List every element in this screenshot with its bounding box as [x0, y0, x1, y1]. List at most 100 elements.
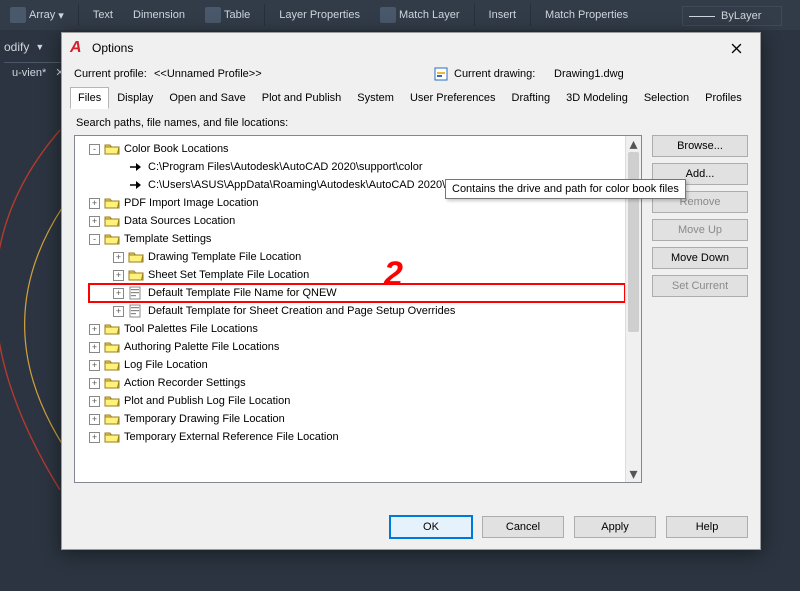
tree-item[interactable]: + Tool Palettes File Locations: [89, 320, 625, 338]
profile-value: <<Unnamed Profile>>: [154, 68, 434, 80]
folder-icon: [104, 142, 120, 156]
arrow-icon: [128, 160, 144, 174]
tree-item[interactable]: +Data Sources Location: [89, 212, 625, 230]
tree-item[interactable]: + Default Template for Sheet Creation and…: [89, 302, 625, 320]
tree-item[interactable]: + Authoring Palette File Locations: [89, 338, 625, 356]
folder-icon: [104, 412, 120, 426]
titlebar: A Options: [62, 33, 760, 63]
browse-button[interactable]: Browse...: [652, 135, 748, 157]
apply-button[interactable]: Apply: [574, 516, 656, 538]
expander-icon[interactable]: [113, 180, 124, 191]
setcurrent-button: Set Current: [652, 275, 748, 297]
sheet-icon: [128, 304, 144, 318]
dialog-title: Options: [92, 41, 133, 55]
tab-3d-modeling[interactable]: 3D Modeling: [558, 87, 636, 109]
expander-icon[interactable]: -: [89, 144, 100, 155]
ribbon-array[interactable]: Array ▾: [4, 5, 70, 25]
expander-icon[interactable]: +: [113, 252, 124, 263]
expander-icon[interactable]: +: [89, 342, 100, 353]
tree-item[interactable]: +Log File Location: [89, 356, 625, 374]
line-sample-icon: [689, 16, 715, 17]
movedown-button[interactable]: Move Down: [652, 247, 748, 269]
tab-plot-and-publish[interactable]: Plot and Publish: [254, 87, 350, 109]
tab-profiles[interactable]: Profiles: [697, 87, 750, 109]
folder-icon: [104, 340, 120, 354]
help-button[interactable]: Help: [666, 516, 748, 538]
tab-open-and-save[interactable]: Open and Save: [161, 87, 253, 109]
folder-icon: [104, 358, 120, 372]
ok-button[interactable]: OK: [390, 516, 472, 538]
expander-icon[interactable]: +: [89, 396, 100, 407]
ribbon-dimension[interactable]: Dimension: [127, 7, 191, 23]
expander-icon[interactable]: +: [89, 216, 100, 227]
expander-icon[interactable]: +: [89, 324, 100, 335]
tree-item[interactable]: + Default Template File Name for QNEW: [89, 284, 625, 302]
tree-item[interactable]: C:\Program Files\Autodesk\AutoCAD 2020\s…: [89, 158, 625, 176]
match-layer-icon: [380, 7, 396, 23]
tree-item[interactable]: -Template Settings: [89, 230, 625, 248]
close-button[interactable]: [718, 36, 754, 60]
expander-icon[interactable]: -: [89, 234, 100, 245]
ribbon-label: Layer Properties: [279, 9, 360, 21]
tree-item-label: C:\Program Files\Autodesk\AutoCAD 2020\s…: [148, 161, 423, 173]
tree-item-label: Action Recorder Settings: [124, 377, 246, 389]
ribbon-label: Match Layer: [399, 9, 460, 21]
folder-icon: [104, 232, 120, 246]
ribbon-label: Array: [29, 9, 55, 21]
drawing-label: Current drawing:: [454, 68, 554, 80]
folder-icon: [104, 322, 120, 336]
folder-icon: [104, 196, 120, 210]
tree-item[interactable]: + Action Recorder Settings: [89, 374, 625, 392]
tree-item[interactable]: -Color Book Locations: [89, 140, 625, 158]
ribbon-text[interactable]: Text: [87, 7, 119, 23]
tree-item-label: Default Template File Name for QNEW: [148, 287, 337, 299]
ribbon-table[interactable]: Table: [199, 5, 256, 25]
linetype-combo[interactable]: ByLayer: [682, 6, 782, 26]
expander-icon[interactable]: +: [113, 288, 124, 299]
arrow-icon: [128, 178, 144, 192]
expander-icon[interactable]: [113, 162, 124, 173]
ribbon-label: Match Properties: [545, 9, 628, 21]
scroll-up-icon[interactable]: ▴: [626, 136, 642, 152]
tree-item[interactable]: +Temporary Drawing File Location: [89, 410, 625, 428]
tooltip: Contains the drive and path for color bo…: [445, 179, 686, 199]
tab-strip: FilesDisplayOpen and SavePlot and Publis…: [62, 87, 760, 109]
expander-icon[interactable]: +: [89, 432, 100, 443]
tree-item-label: Default Template for Sheet Creation and …: [148, 305, 455, 317]
section-label: Search paths, file names, and file locat…: [74, 117, 748, 135]
tab-system[interactable]: System: [349, 87, 402, 109]
profile-row: Current profile: <<Unnamed Profile>> Cur…: [62, 63, 760, 87]
expander-icon[interactable]: +: [113, 306, 124, 317]
tree-item-label: Sheet Set Template File Location: [148, 269, 309, 281]
scroll-down-icon[interactable]: ▾: [626, 466, 642, 482]
dialog-footer: OK Cancel Apply Help: [62, 505, 760, 549]
tab-display[interactable]: Display: [109, 87, 161, 109]
tree-item-label: Tool Palettes File Locations: [124, 323, 258, 335]
tree-item-label: Drawing Template File Location: [148, 251, 301, 263]
cancel-button[interactable]: Cancel: [482, 516, 564, 538]
ribbon-matchlayer[interactable]: Match Layer: [374, 5, 466, 25]
annotation-2: 2: [384, 255, 403, 294]
expander-icon[interactable]: +: [113, 270, 124, 281]
tree-item[interactable]: + Drawing Template File Location: [89, 248, 625, 266]
tab-drafting[interactable]: Drafting: [504, 87, 559, 109]
expander-icon[interactable]: +: [89, 378, 100, 389]
app-background: Array ▾ Text Dimension Table Layer Prope…: [0, 0, 800, 591]
tree-item-label: Authoring Palette File Locations: [124, 341, 279, 353]
tab-files[interactable]: Files: [70, 87, 109, 109]
ribbon-matchprops[interactable]: Match Properties: [539, 7, 634, 23]
expander-icon[interactable]: +: [89, 198, 100, 209]
tree-item[interactable]: +Plot and Publish Log File Location: [89, 392, 625, 410]
folder-icon: [104, 376, 120, 390]
dwg-icon: [434, 67, 448, 81]
folder-icon: [104, 214, 120, 228]
ribbon-layerprops[interactable]: Layer Properties: [273, 7, 366, 23]
tab-user-preferences[interactable]: User Preferences: [402, 87, 504, 109]
tree-item[interactable]: +Temporary External Reference File Locat…: [89, 428, 625, 446]
expander-icon[interactable]: +: [89, 360, 100, 371]
tree-item[interactable]: + Sheet Set Template File Location: [89, 266, 625, 284]
tab-selection[interactable]: Selection: [636, 87, 697, 109]
options-dialog: A Options Current profile: <<Unnamed Pro…: [61, 32, 761, 550]
ribbon-insert[interactable]: Insert: [483, 7, 523, 23]
expander-icon[interactable]: +: [89, 414, 100, 425]
